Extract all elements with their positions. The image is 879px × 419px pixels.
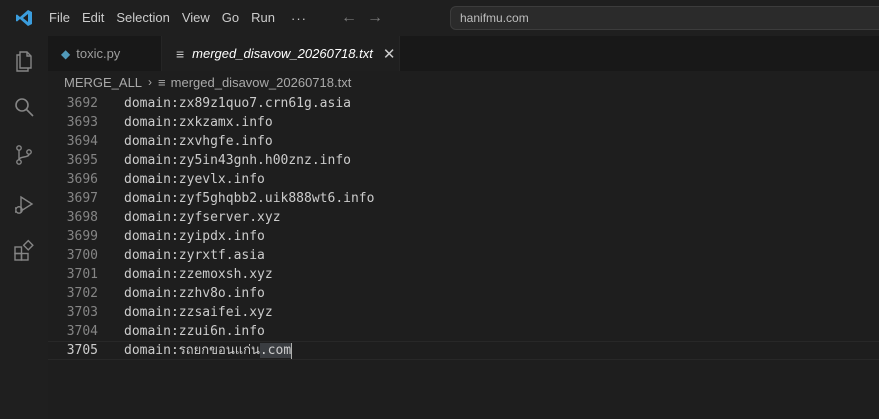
run-debug-icon[interactable] bbox=[0, 183, 48, 227]
search-icon[interactable] bbox=[0, 85, 48, 129]
tab-merged-disavow[interactable]: ≡ merged_disavow_20260718.txt ✕ bbox=[162, 36, 400, 71]
line-text[interactable]: domain:zy5in43gnh.h00znz.info bbox=[124, 151, 351, 170]
editor-tabs: ◆ toxic.py ≡ merged_disavow_20260718.txt… bbox=[48, 36, 879, 71]
code-line: 3693 domain:zxkzamx.info bbox=[48, 113, 879, 132]
menu-bar: File Edit Selection View Go Run ··· bbox=[43, 0, 321, 36]
line-text[interactable]: domain:zx89z1quo7.crn61g.asia bbox=[124, 94, 351, 113]
tab-label: toxic.py bbox=[76, 46, 121, 61]
line-number: 3695 bbox=[66, 153, 98, 168]
line-number: 3694 bbox=[66, 134, 98, 149]
line-number: 3698 bbox=[66, 210, 98, 225]
line-text[interactable]: domain:zzhv8o.info bbox=[124, 284, 265, 303]
code-editor[interactable]: 3692 domain:zx89z1quo7.crn61g.asia 3693 … bbox=[48, 93, 879, 419]
code-line: 3694 domain:zxvhgfe.info bbox=[48, 132, 879, 151]
close-icon[interactable]: ✕ bbox=[383, 45, 396, 63]
line-number: 3692 bbox=[66, 96, 98, 111]
line-text[interactable]: domain:zxvhgfe.info bbox=[124, 132, 273, 151]
line-number: 3696 bbox=[66, 172, 98, 187]
breadcrumb-folder[interactable]: MERGE_ALL bbox=[64, 75, 142, 90]
chevron-right-icon: › bbox=[148, 75, 153, 89]
line-text[interactable]: domain:รถยกขอนแก่น.com bbox=[124, 341, 293, 360]
line-number: 3697 bbox=[66, 191, 98, 206]
activity-bar bbox=[0, 36, 48, 419]
line-number: 3704 bbox=[66, 324, 98, 339]
menu-run[interactable]: Run bbox=[245, 0, 281, 36]
menu-view[interactable]: View bbox=[176, 0, 216, 36]
title-bar: File Edit Selection View Go Run ··· ← → … bbox=[0, 0, 879, 36]
text-cursor bbox=[291, 342, 293, 359]
command-center-search[interactable]: hanifmu.com bbox=[450, 6, 879, 30]
line-number: 3705 bbox=[66, 343, 98, 358]
text-selection: .com bbox=[259, 343, 292, 358]
code-line: 3698 domain:zyfserver.xyz bbox=[48, 208, 879, 227]
code-line: 3702 domain:zzhv8o.info bbox=[48, 284, 879, 303]
line-text[interactable]: domain:zyipdx.info bbox=[124, 227, 265, 246]
line-text[interactable]: domain:zxkzamx.info bbox=[124, 113, 273, 132]
menu-go[interactable]: Go bbox=[216, 0, 245, 36]
menu-more-button[interactable]: ··· bbox=[281, 11, 321, 26]
vscode-logo-icon[interactable] bbox=[0, 0, 48, 36]
forward-arrow-icon[interactable]: → bbox=[367, 10, 383, 26]
code-line: 3703 domain:zzsaifei.xyz bbox=[48, 303, 879, 322]
menu-selection[interactable]: Selection bbox=[110, 0, 175, 36]
line-text[interactable]: domain:zzui6n.info bbox=[124, 322, 265, 341]
line-number: 3701 bbox=[66, 267, 98, 282]
source-control-icon[interactable] bbox=[0, 133, 48, 177]
code-line: 3704 domain:zzui6n.info bbox=[48, 322, 879, 341]
line-text[interactable]: domain:zyfserver.xyz bbox=[124, 208, 281, 227]
line-number: 3693 bbox=[66, 115, 98, 130]
code-line: 3695 domain:zy5in43gnh.h00znz.info bbox=[48, 151, 879, 170]
line-text[interactable]: domain:zyf5ghqbb2.uik888wt6.info bbox=[124, 189, 374, 208]
line-text-prefix: domain:รถยกขอนแก่น bbox=[124, 343, 260, 358]
tab-label: merged_disavow_20260718.txt bbox=[192, 46, 373, 61]
menu-file[interactable]: File bbox=[43, 0, 76, 36]
code-line: 3701 domain:zzemoxsh.xyz bbox=[48, 265, 879, 284]
current-code-line: 3705 domain:รถยกขอนแก่น.com bbox=[48, 341, 879, 360]
breadcrumb: MERGE_ALL › ≡ merged_disavow_20260718.tx… bbox=[48, 71, 879, 93]
code-line: 3700 domain:zyrxtf.asia bbox=[48, 246, 879, 265]
code-line: 3697 domain:zyf5ghqbb2.uik888wt6.info bbox=[48, 189, 879, 208]
explorer-icon[interactable] bbox=[0, 38, 48, 82]
breadcrumb-file[interactable]: merged_disavow_20260718.txt bbox=[171, 75, 352, 90]
line-text[interactable]: domain:zyevlx.info bbox=[124, 170, 265, 189]
line-text[interactable]: domain:zyrxtf.asia bbox=[124, 246, 265, 265]
code-line: 3696 domain:zyevlx.info bbox=[48, 170, 879, 189]
command-center-text: hanifmu.com bbox=[460, 11, 529, 25]
line-number: 3703 bbox=[66, 305, 98, 320]
line-number: 3702 bbox=[66, 286, 98, 301]
back-arrow-icon[interactable]: ← bbox=[341, 10, 357, 26]
line-number: 3700 bbox=[66, 248, 98, 263]
line-text[interactable]: domain:zzemoxsh.xyz bbox=[124, 265, 273, 284]
tab-toxic-py[interactable]: ◆ toxic.py bbox=[48, 36, 162, 71]
line-number: 3699 bbox=[66, 229, 98, 244]
line-text[interactable]: domain:zzsaifei.xyz bbox=[124, 303, 273, 322]
text-file-icon: ≡ bbox=[158, 74, 166, 90]
code-line: 3699 domain:zyipdx.info bbox=[48, 227, 879, 246]
python-file-icon: ◆ bbox=[61, 46, 71, 61]
code-line: 3692 domain:zx89z1quo7.crn61g.asia bbox=[48, 94, 879, 113]
extensions-icon[interactable] bbox=[0, 229, 48, 273]
menu-edit[interactable]: Edit bbox=[76, 0, 110, 36]
text-file-icon: ≡ bbox=[176, 45, 185, 62]
